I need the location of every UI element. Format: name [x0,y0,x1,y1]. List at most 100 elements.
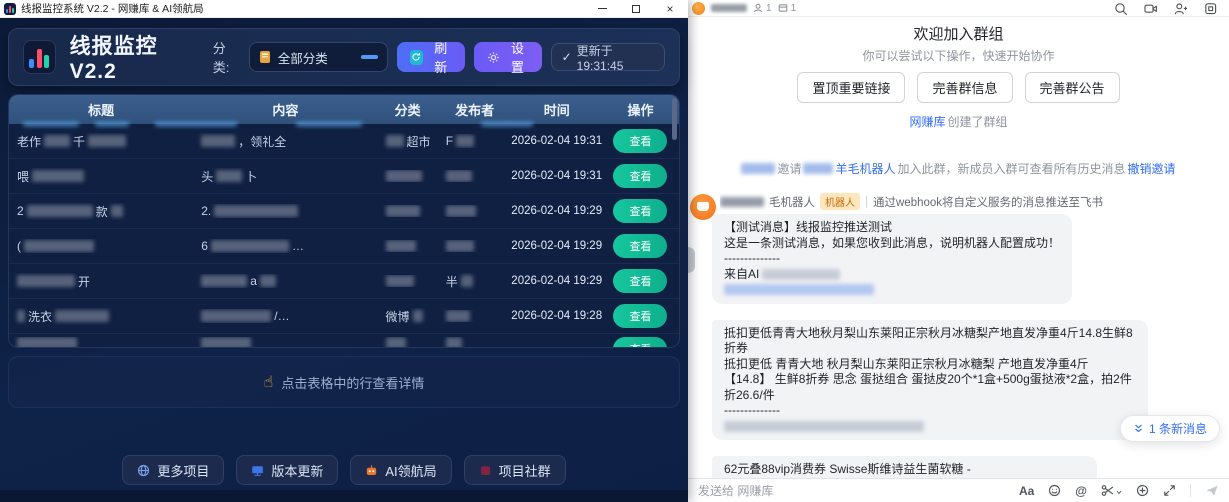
view-button[interactable]: 查看 [613,129,667,153]
video-call-icon[interactable] [1144,2,1157,15]
cell-category [378,205,438,217]
redacted-text [762,269,840,280]
text-fragment: 开 [78,273,90,290]
scissors-icon[interactable] [1101,484,1122,498]
group-avatar[interactable] [692,2,705,15]
member-count-value: 1 [766,3,772,14]
message-bubble[interactable]: 62元叠88vip消费券 Swisse斯维诗益生菌软糖 -62元叠88vip消费… [712,456,1097,478]
view-button[interactable]: 查看 [613,234,667,258]
welcome-action-button[interactable]: 完善群信息 [917,72,1012,103]
refresh-button[interactable]: 刷新 [397,42,466,72]
maximize-icon[interactable] [630,3,642,15]
send-icon[interactable] [1205,484,1219,497]
footer-button-项目社群[interactable]: 项目社群 [464,455,566,485]
plus-icon[interactable] [1136,484,1149,497]
table-row[interactable]: 喂头卜2026-02-04 19:31查看 [9,159,679,194]
expand-icon[interactable] [1163,484,1176,497]
minimize-icon[interactable] [596,3,608,15]
dropdown-indicator-icon [361,55,378,59]
redacted-text [24,240,94,252]
view-button[interactable]: 查看 [613,164,667,188]
text-fragment: 来自AI [724,267,759,283]
welcome-action-button[interactable]: 完善群公告 [1025,72,1120,103]
message-line: 这是一条测试消息，如果您收到此消息，说明机器人配置成功！ [724,236,1060,252]
table-row[interactable]: 洗衣/…微博2026-02-04 19:28查看 [9,299,679,334]
blur-glow [95,122,129,126]
message-input[interactable]: 发送给 网赚库 [698,482,773,499]
redacted-text [55,310,109,322]
cell-title: 喂 [9,168,193,185]
text-fragment: … [292,239,304,253]
text-fragment: ( [17,239,21,253]
text-fragment: -------------- [724,251,780,267]
welcome-action-button[interactable]: 置顶重要链接 [797,72,905,103]
font-size-icon[interactable]: Aa [1019,484,1034,498]
view-button[interactable]: 查看 [613,304,667,328]
mention-icon[interactable]: @ [1075,484,1087,498]
scrollbar-thumb[interactable] [672,98,677,140]
last-updated-text: 更新于 19:31:45 [577,42,654,73]
view-button[interactable]: 查看 [613,337,667,347]
message-bubble[interactable]: 抵扣更低青青大地秋月梨山东莱阳正宗秋月冰糖梨产地直发净重4斤14.8生鲜8折券抵… [712,320,1148,441]
cell-content: 2. [193,204,377,218]
bottom-strip [0,490,688,502]
redacted-text [88,135,126,147]
cell-title [9,337,193,347]
link[interactable]: 撤销邀请 [1128,160,1176,177]
redacted-text [386,337,406,347]
column-header-3: 分类 [378,100,438,119]
category-dropdown[interactable]: 全部分类 [249,42,388,72]
text-fragment: 邀请 [777,160,801,177]
cell-category [378,337,438,347]
redacted-text [720,197,764,207]
cell-category [378,170,438,182]
table-row[interactable]: (6…2026-02-04 19:29查看 [9,229,679,264]
more-grid-icon[interactable] [1204,2,1217,15]
view-button[interactable]: 查看 [613,199,667,223]
text-fragment: 喂 [17,168,29,185]
category-label: 分类: [213,38,240,76]
bot-badge: 机器人 [820,193,860,210]
table-row[interactable]: 查看 [9,334,679,347]
cell-action: 查看 [602,269,679,293]
cell-category: 超市 [378,133,438,150]
redacted-text [201,310,271,322]
footer-button-版本更新[interactable]: 版本更新 [236,455,338,485]
link[interactable]: 羊毛机器人 [835,160,895,177]
bot-avatar[interactable] [690,194,716,220]
text-fragment: 这是一条测试消息，如果您收到此消息，说明机器人配置成功！ [724,236,1060,252]
welcome-block: 欢迎加入群组 你可以尝试以下操作，快速开始协作 置顶重要链接完善群信息完善群公告 [688,23,1229,103]
cell-time: 2026-02-04 19:29 [511,275,601,287]
view-button[interactable]: 查看 [613,269,667,293]
caret-down-icon [1116,484,1122,498]
settings-button[interactable]: 设置 [474,42,541,72]
add-member-icon[interactable] [1174,2,1187,15]
table-row[interactable]: 老作千，领礼全超市F2026-02-04 19:31查看 [9,124,679,159]
redacted-text [386,275,414,287]
chat-input-bar[interactable]: 发送给 网赚库 Aa @ [688,478,1229,502]
message-bubble[interactable]: 【测试消息】线报监控推送测试这是一条测试消息，如果您收到此消息，说明机器人配置成… [712,214,1072,304]
footer-button-AI领航局[interactable]: AI领航局 [350,455,451,485]
table-row[interactable]: 开a半2026-02-04 19:29查看 [9,264,679,299]
cell-content: 6… [193,239,377,253]
text-fragment: 千 [73,133,85,150]
link[interactable]: 网赚库 [909,113,945,130]
emoji-icon[interactable] [1048,484,1061,497]
footer-button-更多项目[interactable]: 更多项目 [122,455,224,485]
close-icon[interactable]: × [664,3,676,15]
sidebar-handle[interactable] [688,247,695,273]
redacted-text [456,135,474,147]
window-title: 线报监控系统 V2.2 - 网赚库 & AI领航局 [21,1,204,16]
monitor-icon [251,464,264,477]
table-row[interactable]: 2款2.2026-02-04 19:29查看 [9,194,679,229]
message-line: 抵扣更低青青大地秋月梨山东莱阳正宗秋月冰糖梨产地直发净重4斤14.8生鲜8折券 [724,326,1136,357]
new-message-pill[interactable]: 1 条新消息 [1120,415,1220,442]
cell-time: 2026-02-04 19:31 [511,135,601,147]
chat-message-area: 欢迎加入群组 你可以尝试以下操作，快速开始协作 置顶重要链接完善群信息完善群公告… [688,17,1229,478]
cell-title: 老作千 [9,133,193,150]
text-fragment: 卜 [245,168,257,185]
footer-button-label: 项目社群 [499,461,551,480]
search-icon[interactable] [1114,2,1127,15]
cell-publisher [438,240,512,252]
welcome-subtitle: 你可以尝试以下操作，快速开始协作 [688,47,1229,64]
